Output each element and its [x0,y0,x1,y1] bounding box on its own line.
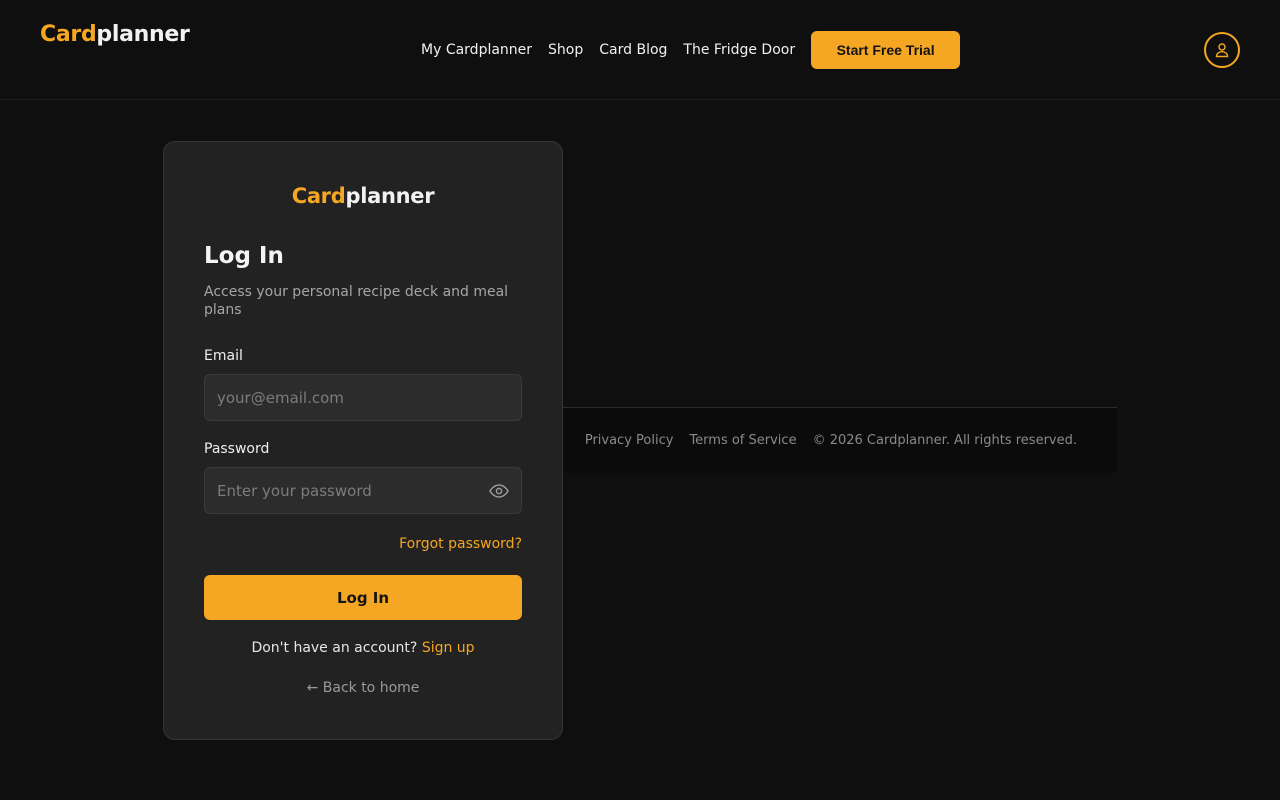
login-card: Cardplanner Log In Access your personal … [163,141,563,740]
top-navigation-bar: Cardplanner My Cardplanner Shop Card Blo… [0,0,1280,100]
password-field-wrapper [204,467,522,514]
main-nav: My Cardplanner Shop Card Blog The Fridge… [421,31,961,69]
site-logo[interactable]: Cardplanner [40,22,190,47]
start-free-trial-button[interactable]: Start Free Trial [811,31,961,69]
login-title: Log In [204,243,284,269]
password-label: Password [204,441,270,457]
back-to-home-row: ← Back to home [164,680,562,696]
email-field-wrapper [204,374,522,421]
account-avatar-button[interactable] [1204,32,1240,68]
footer-link-privacy[interactable]: Privacy Policy [585,433,674,448]
signup-prompt-text: Don't have an account? [251,640,418,656]
logo-accent-text: Card [40,22,97,47]
card-logo: Cardplanner [164,184,562,208]
signup-link[interactable]: Sign up [422,640,475,656]
nav-link-card-blog[interactable]: Card Blog [599,42,667,58]
eye-icon[interactable] [488,481,510,501]
password-input[interactable] [205,468,521,513]
login-subtitle: Access your personal recipe deck and mea… [204,284,509,318]
back-to-home-link[interactable]: ← Back to home [307,680,420,696]
card-logo-accent: Card [291,184,346,208]
email-label: Email [204,348,243,364]
signup-prompt: Don't have an account? Sign up [164,640,562,656]
user-icon [1215,43,1229,58]
footer-link-terms[interactable]: Terms of Service [689,433,796,448]
email-input[interactable] [205,375,521,420]
card-logo-rest: planner [345,184,435,208]
nav-link-my-cardplanner[interactable]: My Cardplanner [421,42,532,58]
login-button[interactable]: Log In [204,575,522,620]
forgot-password-link[interactable]: Forgot password? [399,536,522,552]
logo-rest-text: planner [96,22,190,47]
nav-link-shop[interactable]: Shop [548,42,583,58]
nav-link-fridge-door[interactable]: The Fridge Door [683,42,795,58]
footer-copyright: © 2026 Cardplanner. All rights reserved. [812,433,1077,448]
